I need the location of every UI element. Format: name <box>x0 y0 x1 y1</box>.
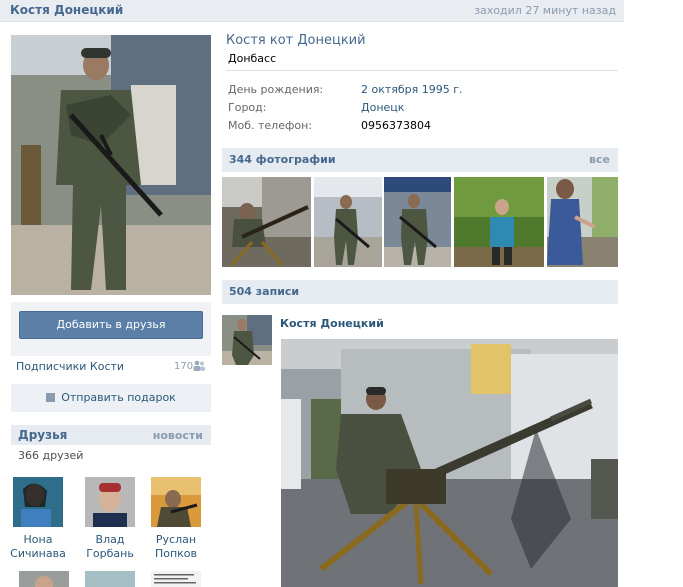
phone-value: 0956373804 <box>361 119 431 132</box>
topbar-name[interactable]: Костя Донецкий <box>10 3 123 17</box>
friend-first-name[interactable]: Руслан <box>148 533 204 547</box>
photos-header: 344 фотографии все <box>222 148 618 172</box>
divider <box>226 70 618 71</box>
photo-thumbnail[interactable] <box>547 177 618 267</box>
post-author-name[interactable]: Костя Донецкий <box>280 317 384 330</box>
friend-first-name[interactable]: Нона <box>10 533 66 547</box>
friend-last-name[interactable]: Горбань <box>82 547 138 561</box>
friends-news-link[interactable]: новости <box>153 429 203 442</box>
subscribers-icon <box>193 360 205 371</box>
wall-header: 504 записи <box>222 280 618 304</box>
friend-last-name[interactable]: Попков <box>148 547 204 561</box>
photo-thumbnail[interactable] <box>222 177 311 267</box>
wall-title[interactable]: 504 записи <box>229 285 299 298</box>
friend-avatar[interactable] <box>19 571 69 587</box>
photos-all-link[interactable]: все <box>589 153 610 166</box>
left-column: Добавить в друзья Подписчики Кости 170 О… <box>0 22 222 587</box>
photo-thumbnail[interactable] <box>314 177 382 267</box>
birthday-value[interactable]: 2 октября 1995 г. <box>361 83 463 96</box>
profile-full-name: Костя кот Донецкий <box>226 33 366 48</box>
friend-card[interactable]: Руслан Попков <box>148 477 204 561</box>
last-seen-status: заходил 27 минут назад <box>474 4 616 17</box>
profile-region: Донбасс <box>228 52 277 65</box>
add-friend-block: Добавить в друзья <box>11 302 211 356</box>
info-label: Моб. телефон: <box>228 119 313 132</box>
friend-avatar[interactable] <box>151 571 201 587</box>
subscribers-count: 170 <box>174 361 194 372</box>
friend-card[interactable]: Нона Сичинава <box>10 477 66 561</box>
post-photo[interactable] <box>281 339 618 587</box>
city-value[interactable]: Донецк <box>361 101 404 114</box>
photos-title[interactable]: 344 фотографии <box>229 153 336 166</box>
send-gift-button[interactable]: Отправить подарок <box>11 384 211 412</box>
friend-card[interactable]: Влад Горбань <box>82 477 138 561</box>
profile-topbar: Костя Донецкий заходил 27 минут назад <box>0 0 624 22</box>
add-friend-button[interactable]: Добавить в друзья <box>19 311 203 339</box>
friends-title[interactable]: Друзья <box>18 428 67 442</box>
right-column: Костя кот Донецкий Донбасс День рождения… <box>222 22 624 587</box>
friends-count: 366 друзей <box>18 449 84 462</box>
send-gift-label: Отправить подарок <box>61 391 176 404</box>
friends-header: Друзья новости <box>11 425 211 445</box>
profile-avatar[interactable] <box>11 35 211 295</box>
post-author-avatar[interactable] <box>222 315 272 365</box>
photo-thumbnail[interactable] <box>384 177 451 267</box>
friend-first-name[interactable]: Влад <box>82 533 138 547</box>
gift-icon <box>46 393 56 402</box>
info-label: День рождения: <box>228 83 324 96</box>
info-label: Город: <box>228 101 267 114</box>
friend-avatar[interactable] <box>85 571 135 587</box>
photo-thumbnail[interactable] <box>454 177 544 267</box>
friend-avatar[interactable] <box>85 477 135 527</box>
subscribers-link[interactable]: Подписчики Кости <box>16 360 124 373</box>
friend-avatar[interactable] <box>151 477 201 527</box>
friend-last-name[interactable]: Сичинава <box>10 547 66 561</box>
friend-avatar[interactable] <box>13 477 63 527</box>
